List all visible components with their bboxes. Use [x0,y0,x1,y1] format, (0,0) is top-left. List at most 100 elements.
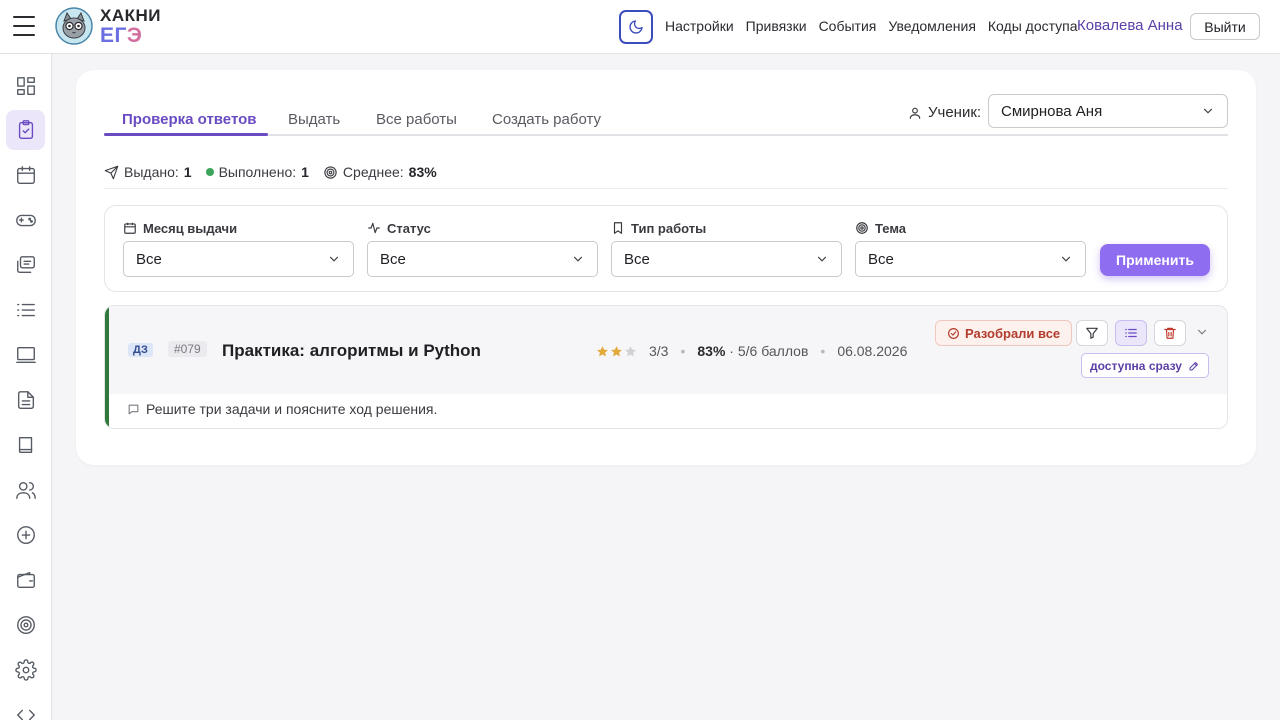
filter-topic: Тема Все [855,220,1086,277]
work-score: 83% · 5/6 баллов [697,343,809,359]
nav-settings-link[interactable]: Настройки [665,18,734,34]
sidebar-item-monitor[interactable] [6,335,45,375]
sidebar-item-wallet[interactable] [6,560,45,600]
separator-dot: • [820,343,826,359]
moon-icon [629,20,643,34]
student-select-value: Смирнова Аня [1001,102,1103,120]
nav-notifications-link[interactable]: Уведомления [888,18,976,34]
sidebar-item-answer-check[interactable] [6,110,45,150]
activity-icon [368,222,380,234]
sidebar-item-goals[interactable] [6,605,45,645]
hamburger-menu-icon[interactable] [13,16,35,36]
work-title[interactable]: Практика: алгоритмы и Python [222,341,481,361]
chevron-down-icon [573,256,583,262]
check-circle-icon [948,327,959,339]
sidebar-item-code[interactable] [6,695,45,720]
filters-panel: Месяц выдачи Все Статус Все Тип работы В… [104,205,1228,292]
filter-status: Статус Все [367,220,598,277]
filter-topic-select[interactable]: Все [855,241,1086,277]
user-icon [909,107,921,119]
plus-circle-icon [16,526,35,544]
sidebar-item-games[interactable] [6,200,45,240]
filter-topic-label: Тема [875,220,907,236]
filter-work-type-select[interactable]: Все [611,241,842,277]
work-meta: 3/3 • 83% · 5/6 баллов • 06.08.2026 [596,343,907,359]
tab-issue[interactable]: Выдать [288,111,340,128]
users-icon [15,481,36,499]
stat-average: Среднее: 83% [323,164,437,180]
trash-icon [1164,327,1176,339]
star-filled-icon [611,345,622,356]
chevron-down-icon [1203,108,1213,114]
chevron-down-icon [329,256,339,262]
list-view-button[interactable] [1115,320,1147,346]
calendar-icon [16,166,35,184]
document-icon [17,391,34,409]
dashboard-icon [16,77,35,95]
sidebar-item-documents[interactable] [6,380,45,420]
stats-bar: Выдано: 1 Выполнено: 1 Среднее: 83% [104,164,1228,189]
reviewed-status-badge: Разобрали все [935,320,1073,346]
target-icon [856,222,868,234]
gear-icon [14,659,37,681]
status-dot-icon [205,168,214,176]
sidebar-item-settings[interactable] [6,650,45,690]
logout-button[interactable]: Выйти [1190,13,1260,40]
nav-bindings-link[interactable]: Привязки [746,18,807,34]
nav-events-link[interactable]: События [819,18,877,34]
filter-month-label: Месяц выдачи [143,220,238,236]
brand-wordmark[interactable]: ХАКНИ ЕГЭ [100,7,161,46]
active-tab-indicator [104,133,268,136]
tab-answer-check[interactable]: Проверка ответов [122,111,257,128]
tab-all-works[interactable]: Все работы [376,111,457,128]
sidebar-item-dashboard[interactable] [6,66,45,106]
work-description: Решите три задачи и поясните ход решения… [127,401,437,417]
comment-icon [128,404,139,414]
work-card[interactable]: ДЗ #079 Практика: алгоритмы и Python 3/3… [104,305,1228,429]
nav-access-codes-link[interactable]: Коды доступа [988,18,1078,34]
sidebar [0,54,52,720]
filter-status-select[interactable]: Все [367,241,598,277]
sidebar-item-users[interactable] [6,470,45,510]
tab-create-work[interactable]: Создать работу [492,111,601,128]
sidebar-item-calendar[interactable] [6,155,45,195]
chat-icon [16,256,35,274]
sidebar-item-library[interactable] [6,425,45,465]
cat-logo-icon[interactable] [55,7,93,45]
filter-month-select[interactable]: Все [123,241,354,277]
work-tasks-count: 3/3 [649,343,669,359]
sidebar-item-list[interactable] [6,290,45,330]
filter-answers-button[interactable] [1076,320,1108,346]
target-icon [324,165,337,179]
star-empty-icon [625,345,636,356]
filter-work-type-label: Тип работы [631,220,707,236]
theme-toggle-button[interactable] [619,10,653,44]
calendar-icon [124,222,136,234]
star-filled-icon [597,345,608,356]
separator-dot: • [680,343,686,359]
top-navigation: Настройки Привязки События Уведомления К… [665,18,1078,34]
availability-badge[interactable]: доступна сразу [1081,353,1209,378]
expand-chevron-icon[interactable] [1195,325,1209,339]
work-type-badge: ДЗ [128,343,153,357]
difficulty-stars [596,345,637,358]
delete-work-button[interactable] [1154,320,1186,346]
chevron-down-icon [1061,256,1071,262]
stat-done: Выполнено: 1 [205,164,309,180]
filter-status-label: Статус [387,220,431,236]
send-icon [104,165,119,179]
chevron-down-icon [817,256,827,262]
filter-month: Месяц выдачи Все [123,220,354,277]
apply-filters-button[interactable]: Применить [1100,244,1210,276]
brand-line2: ЕГЭ [100,24,143,47]
student-label: Ученик: [908,104,981,121]
target-icon [16,616,35,634]
clipboard-check-icon [18,120,33,139]
user-name-link[interactable]: Ковалева Анна [1077,17,1183,34]
pencil-icon [1189,361,1198,370]
work-status-bar [105,306,109,428]
sidebar-item-messages[interactable] [6,245,45,285]
work-number-badge: #079 [168,341,207,357]
student-select[interactable]: Смирнова Аня [988,94,1228,128]
sidebar-item-create[interactable] [6,515,45,555]
